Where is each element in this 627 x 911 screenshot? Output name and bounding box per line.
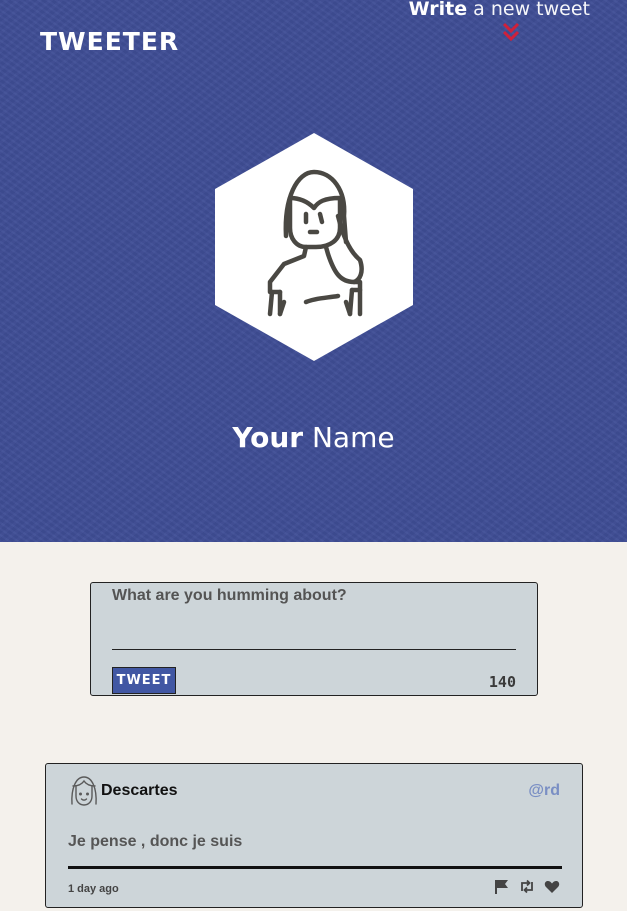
profile-header: TWEETER Write a new tweet Your Name — [0, 0, 627, 542]
double-chevron-down-icon[interactable] — [498, 22, 524, 44]
profile-name-last: Name — [303, 421, 395, 454]
tweet-text-input[interactable] — [112, 587, 516, 650]
tweet-timestamp: 1 day ago — [68, 883, 119, 895]
compose-link-light: a new tweet — [467, 0, 590, 20]
brand-logo[interactable]: TWEETER — [40, 27, 179, 56]
profile-name: Your Name — [0, 421, 627, 454]
retweet-icon[interactable] — [519, 879, 535, 894]
profile-avatar — [215, 133, 413, 361]
user-avatar-icon — [71, 776, 97, 806]
flag-icon[interactable] — [494, 879, 510, 894]
tweet-card: Descartes @rd Je pense , donc je suis 1 … — [45, 763, 583, 908]
tweet-actions — [494, 879, 560, 894]
compose-link-strong: Write — [408, 0, 468, 20]
tweet-author-name: Descartes — [101, 782, 178, 799]
tweet-text: Je pense , donc je suis — [68, 833, 243, 850]
tweet-author-handle[interactable]: @rd — [528, 782, 560, 800]
write-new-tweet-link[interactable]: Write a new tweet — [409, 0, 590, 20]
heart-icon[interactable] — [544, 879, 560, 894]
tweet-composer: TWEET 140 — [90, 582, 538, 696]
profile-name-first: Your — [232, 421, 304, 454]
tweet-divider — [68, 866, 562, 869]
character-counter: 140 — [488, 673, 516, 691]
tweet-submit-button[interactable]: TWEET — [112, 667, 176, 694]
